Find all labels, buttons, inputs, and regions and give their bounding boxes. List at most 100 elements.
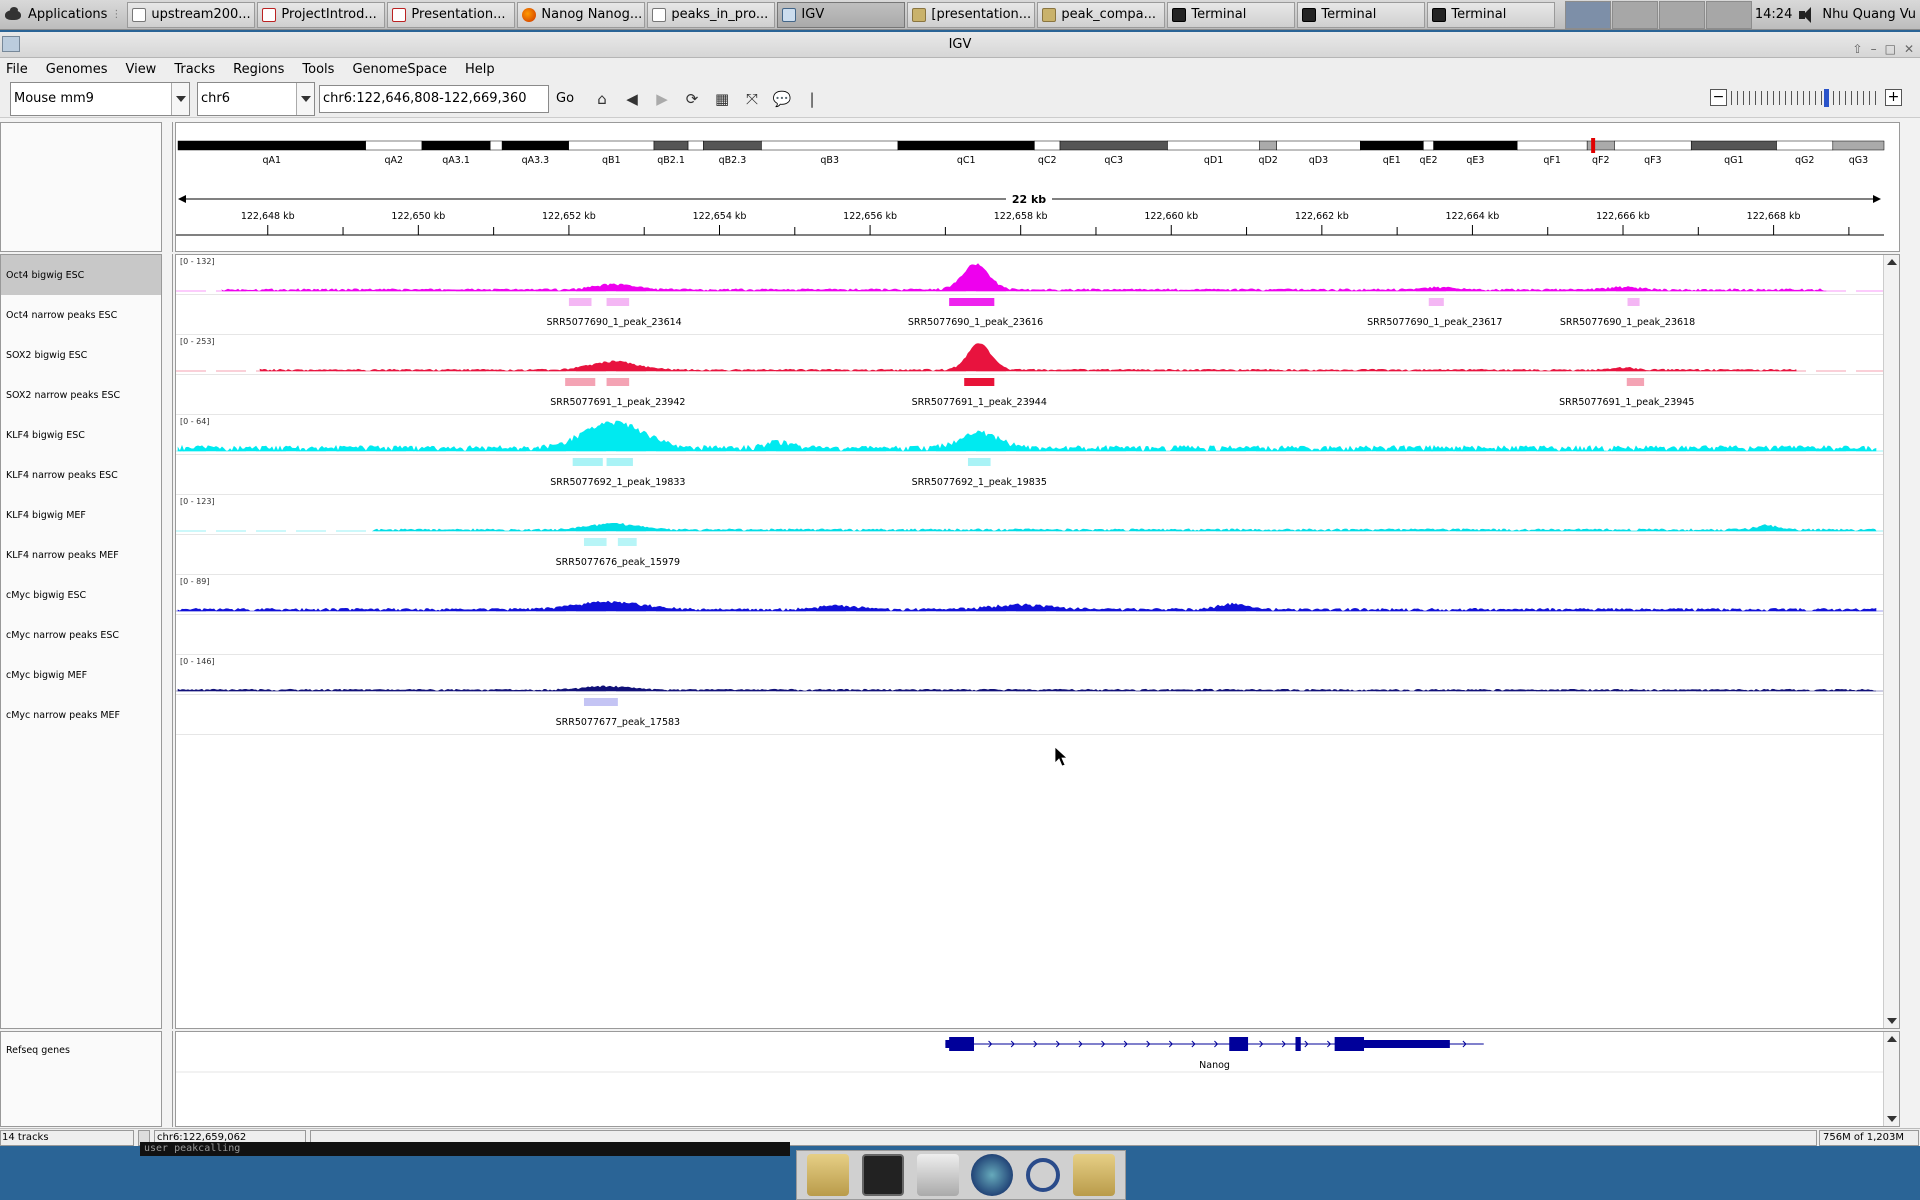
taskbar-window-2[interactable]: Presentation...	[387, 1, 516, 28]
zoom-out-button[interactable]: −	[1710, 89, 1727, 106]
gene-exon[interactable]	[1334, 1037, 1365, 1051]
taskbar-window-10[interactable]: Terminal	[1427, 1, 1556, 28]
track-7[interactable]: SRR5077676_peak_15979	[176, 538, 1884, 575]
taskbar-window-4[interactable]: peaks_in_pro...	[647, 1, 776, 28]
applications-menu[interactable]: Applications ⋮	[0, 0, 127, 30]
ideogram-band[interactable]	[1423, 140, 1434, 151]
track-2[interactable]: [0 - 253]	[176, 337, 1884, 375]
ideogram-band[interactable]	[897, 140, 1035, 151]
peak-feature[interactable]	[606, 298, 630, 306]
track-name-10[interactable]: cMyc bigwig MEF	[1, 655, 161, 695]
tracks-scrollbar[interactable]	[1883, 255, 1899, 1028]
terminal-launcher-icon[interactable]	[861, 1154, 904, 1196]
gene-svg[interactable]: Nanog	[176, 1032, 1884, 1126]
peak-feature[interactable]	[606, 458, 633, 466]
track-name-1[interactable]: Oct4 narrow peaks ESC	[1, 295, 161, 335]
taskbar-window-6[interactable]: [presentation...	[907, 1, 1036, 28]
track-name-11[interactable]: cMyc narrow peaks MEF	[1, 695, 161, 735]
ideogram-band[interactable]	[1433, 140, 1518, 151]
ideogram-band[interactable]	[1776, 140, 1834, 151]
track-name-5[interactable]: KLF4 narrow peaks ESC	[1, 455, 161, 495]
peak-feature[interactable]	[949, 298, 995, 306]
ideogram-band[interactable]	[501, 140, 569, 151]
track-svg[interactable]: [0 - 132]SRR5077690_1_peak_23614 SRR50776…	[176, 255, 1884, 1028]
back-icon[interactable]: ◀	[619, 86, 645, 112]
home-folder-icon[interactable]	[807, 1154, 850, 1196]
peak-feature[interactable]	[1626, 378, 1645, 386]
app-finder-icon[interactable]	[1025, 1158, 1060, 1192]
ideogram-band[interactable]	[1614, 140, 1692, 151]
taskbar-window-0[interactable]: upstream200...	[127, 1, 256, 28]
region-navigator-icon[interactable]: ▦	[709, 86, 735, 112]
ideogram-band[interactable]	[1516, 140, 1588, 151]
menu-genomespace[interactable]: GenomeSpace	[352, 62, 447, 77]
workspace-switcher[interactable]	[1565, 0, 1753, 29]
ideogram-band[interactable]	[1259, 140, 1277, 151]
home-icon[interactable]: ⌂	[589, 86, 615, 112]
web-browser-icon[interactable]	[971, 1154, 1014, 1196]
menu-tracks[interactable]: Tracks	[174, 62, 215, 77]
ideogram-band[interactable]	[687, 140, 704, 151]
peak-feature[interactable]	[617, 538, 637, 546]
ideogram-band[interactable]	[1034, 140, 1061, 151]
ideogram-band[interactable]	[1276, 140, 1361, 151]
rulerline-icon[interactable]: |	[799, 86, 825, 112]
gene-exon[interactable]	[1295, 1037, 1301, 1051]
taskbar-window-1[interactable]: ProjectIntrod...	[257, 1, 386, 28]
menu-regions[interactable]: Regions	[233, 62, 284, 77]
close-icon[interactable]: ✕	[1904, 36, 1914, 62]
menu-view[interactable]: View	[125, 62, 156, 77]
shade-icon[interactable]: ⇧	[1853, 36, 1863, 62]
file-manager-icon[interactable]	[916, 1154, 959, 1196]
workspace-2[interactable]	[1612, 0, 1659, 29]
track-name-4[interactable]: KLF4 bigwig ESC	[1, 415, 161, 455]
ideogram-band[interactable]	[1832, 140, 1885, 151]
track-5[interactable]: SRR5077692_1_peak_19833 SRR5077692_1_peak…	[176, 458, 1884, 495]
memory-usage[interactable]: 756M of 1,203M	[1819, 1130, 1919, 1146]
chevron-down-icon[interactable]	[171, 82, 189, 115]
track-3[interactable]: SRR5077691_1_peak_23942 SRR5077691_1_peak…	[176, 378, 1884, 415]
ideogram-band[interactable]	[1360, 140, 1424, 151]
window-titlebar[interactable]: IGV ⇧ – □ ✕	[0, 32, 1920, 58]
peak-feature[interactable]	[565, 378, 596, 386]
taskbar-window-5[interactable]: IGV	[777, 1, 906, 28]
ideogram-band[interactable]	[761, 140, 899, 151]
ideogram-band[interactable]	[489, 140, 503, 151]
refresh-icon[interactable]: ⟳	[679, 86, 705, 112]
volume-icon[interactable]	[1798, 6, 1816, 24]
maximize-icon[interactable]: □	[1885, 36, 1896, 62]
clock[interactable]: 14:24	[1755, 7, 1792, 22]
ideogram-band[interactable]	[653, 140, 689, 151]
workspace-3[interactable]	[1659, 0, 1706, 29]
genome-select[interactable]: Mouse mm9	[10, 81, 190, 116]
track-1[interactable]: SRR5077690_1_peak_23614 SRR5077690_1_peak…	[176, 298, 1884, 335]
track-6[interactable]: [0 - 123]	[176, 497, 1884, 535]
menu-help[interactable]: Help	[465, 62, 495, 77]
locus-input[interactable]: chr6:122,646,808-122,669,360	[319, 84, 549, 113]
peak-feature[interactable]	[568, 298, 592, 306]
track-name-2[interactable]: SOX2 bigwig ESC	[1, 335, 161, 375]
peak-feature[interactable]	[1627, 298, 1640, 306]
go-button[interactable]: Go	[553, 91, 577, 106]
ideogram-band[interactable]	[703, 140, 762, 151]
track-name-8[interactable]: cMyc bigwig ESC	[1, 575, 161, 615]
chevron-down-icon[interactable]	[296, 82, 314, 115]
resize-to-window-icon[interactable]: ⤧	[739, 86, 765, 112]
ideogram-band[interactable]	[177, 140, 366, 151]
taskbar-window-3[interactable]: Nanog Nanog...	[517, 1, 646, 28]
track-8[interactable]: [0 - 89]	[176, 577, 1884, 615]
peak-feature[interactable]	[583, 698, 618, 706]
track-name-3[interactable]: SOX2 narrow peaks ESC	[1, 375, 161, 415]
zoom-in-button[interactable]: +	[1885, 89, 1902, 106]
peak-feature[interactable]	[967, 458, 991, 466]
forward-icon[interactable]: ▶	[649, 86, 675, 112]
ideogram-band[interactable]	[1167, 140, 1260, 151]
chromosome-select[interactable]: chr6	[197, 81, 315, 116]
ideogram-band[interactable]	[421, 140, 491, 151]
gene-exon[interactable]	[1364, 1040, 1450, 1048]
popup-info-icon[interactable]: 💬	[769, 86, 795, 112]
feature-scrollbar[interactable]	[1883, 1032, 1899, 1126]
peak-feature[interactable]	[964, 378, 995, 386]
taskbar-window-9[interactable]: Terminal	[1297, 1, 1426, 28]
taskbar-window-7[interactable]: peak_compa...	[1037, 1, 1166, 28]
